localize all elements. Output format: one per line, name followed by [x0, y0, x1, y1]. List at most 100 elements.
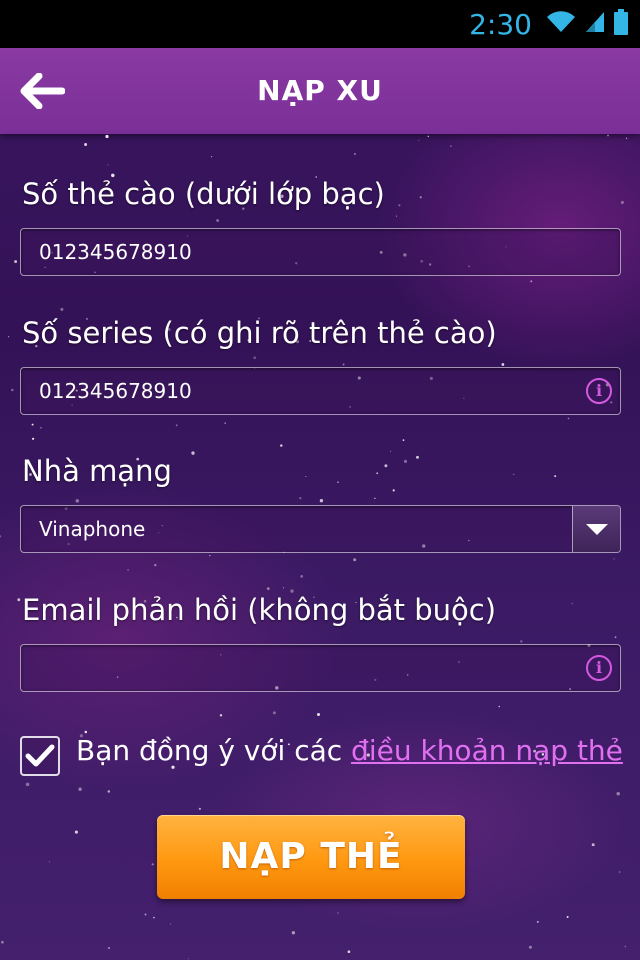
star: [291, 931, 296, 935]
star: [283, 587, 285, 589]
star: [353, 152, 356, 155]
star: [536, 920, 539, 923]
star: [17, 598, 21, 602]
star: [398, 204, 401, 207]
info-icon[interactable]: i: [586, 655, 612, 681]
star: [319, 499, 324, 503]
email-field[interactable]: i: [20, 644, 621, 692]
page-title: NẠP XU: [257, 74, 383, 107]
app-bar: NẠP XU: [0, 48, 640, 134]
star: [107, 947, 111, 950]
status-bar: 2:30: [0, 0, 640, 48]
star: [567, 417, 570, 420]
star: [216, 219, 219, 222]
star: [616, 791, 620, 796]
star: [566, 916, 569, 918]
star: [25, 782, 30, 787]
star: [591, 843, 595, 847]
star: [353, 558, 357, 562]
star: [554, 475, 557, 478]
star: [209, 555, 211, 557]
star: [571, 602, 573, 605]
star: [153, 916, 155, 919]
star: [395, 215, 398, 217]
star: [299, 497, 302, 500]
star: [392, 489, 395, 492]
star: [78, 787, 82, 791]
star: [74, 830, 78, 834]
submit-button[interactable]: NẠP THẺ: [157, 815, 465, 899]
star: [11, 388, 14, 392]
checkmark-icon: [25, 744, 55, 767]
star: [31, 423, 34, 426]
email-label: Email phản hồi (không bắt buộc): [22, 593, 497, 627]
email-input[interactable]: [21, 645, 620, 691]
star: [498, 705, 500, 708]
star: [337, 481, 339, 483]
wifi-icon: [546, 10, 576, 38]
star: [530, 280, 533, 283]
terms-link[interactable]: điều khoản nạp thẻ: [351, 734, 623, 767]
star: [384, 464, 388, 468]
star: [337, 912, 339, 914]
star: [175, 424, 178, 427]
card-number-input[interactable]: [21, 229, 620, 275]
star: [40, 427, 42, 429]
carrier-select[interactable]: Vinaphone: [20, 505, 621, 553]
star: [300, 575, 304, 578]
star: [84, 143, 88, 146]
star: [211, 156, 213, 158]
serial-number-input[interactable]: [21, 368, 620, 414]
star: [316, 712, 321, 717]
star: [614, 636, 617, 639]
star: [450, 145, 452, 147]
star: [513, 473, 515, 476]
star: [107, 790, 111, 793]
star: [280, 444, 283, 447]
star: [84, 730, 88, 734]
star: [253, 356, 256, 359]
star: [60, 307, 64, 311]
star: [389, 450, 392, 453]
star: [419, 196, 422, 199]
star: [402, 439, 405, 441]
carrier-dropdown-button[interactable]: [572, 506, 620, 552]
star: [14, 260, 18, 264]
star: [501, 363, 505, 366]
card-number-label: Số thẻ cào (dưới lớp bạc): [22, 177, 385, 211]
agree-checkbox[interactable]: [20, 736, 60, 776]
star: [520, 640, 523, 643]
star: [266, 587, 270, 590]
star: [219, 714, 223, 717]
star: [416, 455, 419, 459]
star: [154, 563, 157, 567]
star: [624, 945, 627, 948]
star: [305, 475, 307, 478]
serial-number-label: Số series (có ghi rõ trên thẻ cào): [22, 316, 497, 350]
star: [618, 871, 621, 873]
star: [376, 472, 379, 475]
star: [374, 497, 376, 500]
star: [7, 336, 10, 338]
agreement-label: Bạn đồng ý với các: [76, 734, 352, 767]
star: [625, 137, 628, 139]
star: [187, 958, 190, 960]
card-number-field[interactable]: [20, 228, 621, 276]
back-button[interactable]: [16, 66, 68, 116]
info-icon[interactable]: i: [586, 378, 612, 404]
star: [31, 437, 35, 440]
dropdown-arrow-icon: [585, 523, 608, 535]
star: [48, 861, 51, 863]
star: [170, 923, 172, 925]
arrow-left-icon: [20, 73, 65, 109]
serial-number-field[interactable]: i: [20, 367, 621, 415]
star: [528, 945, 532, 949]
star: [1, 940, 4, 944]
star: [607, 134, 609, 137]
star: [127, 568, 130, 571]
star: [613, 558, 615, 560]
signal-icon: [584, 10, 606, 38]
carrier-label: Nhà mạng: [22, 454, 172, 488]
star: [418, 139, 420, 141]
carrier-selected-value: Vinaphone: [39, 517, 146, 541]
